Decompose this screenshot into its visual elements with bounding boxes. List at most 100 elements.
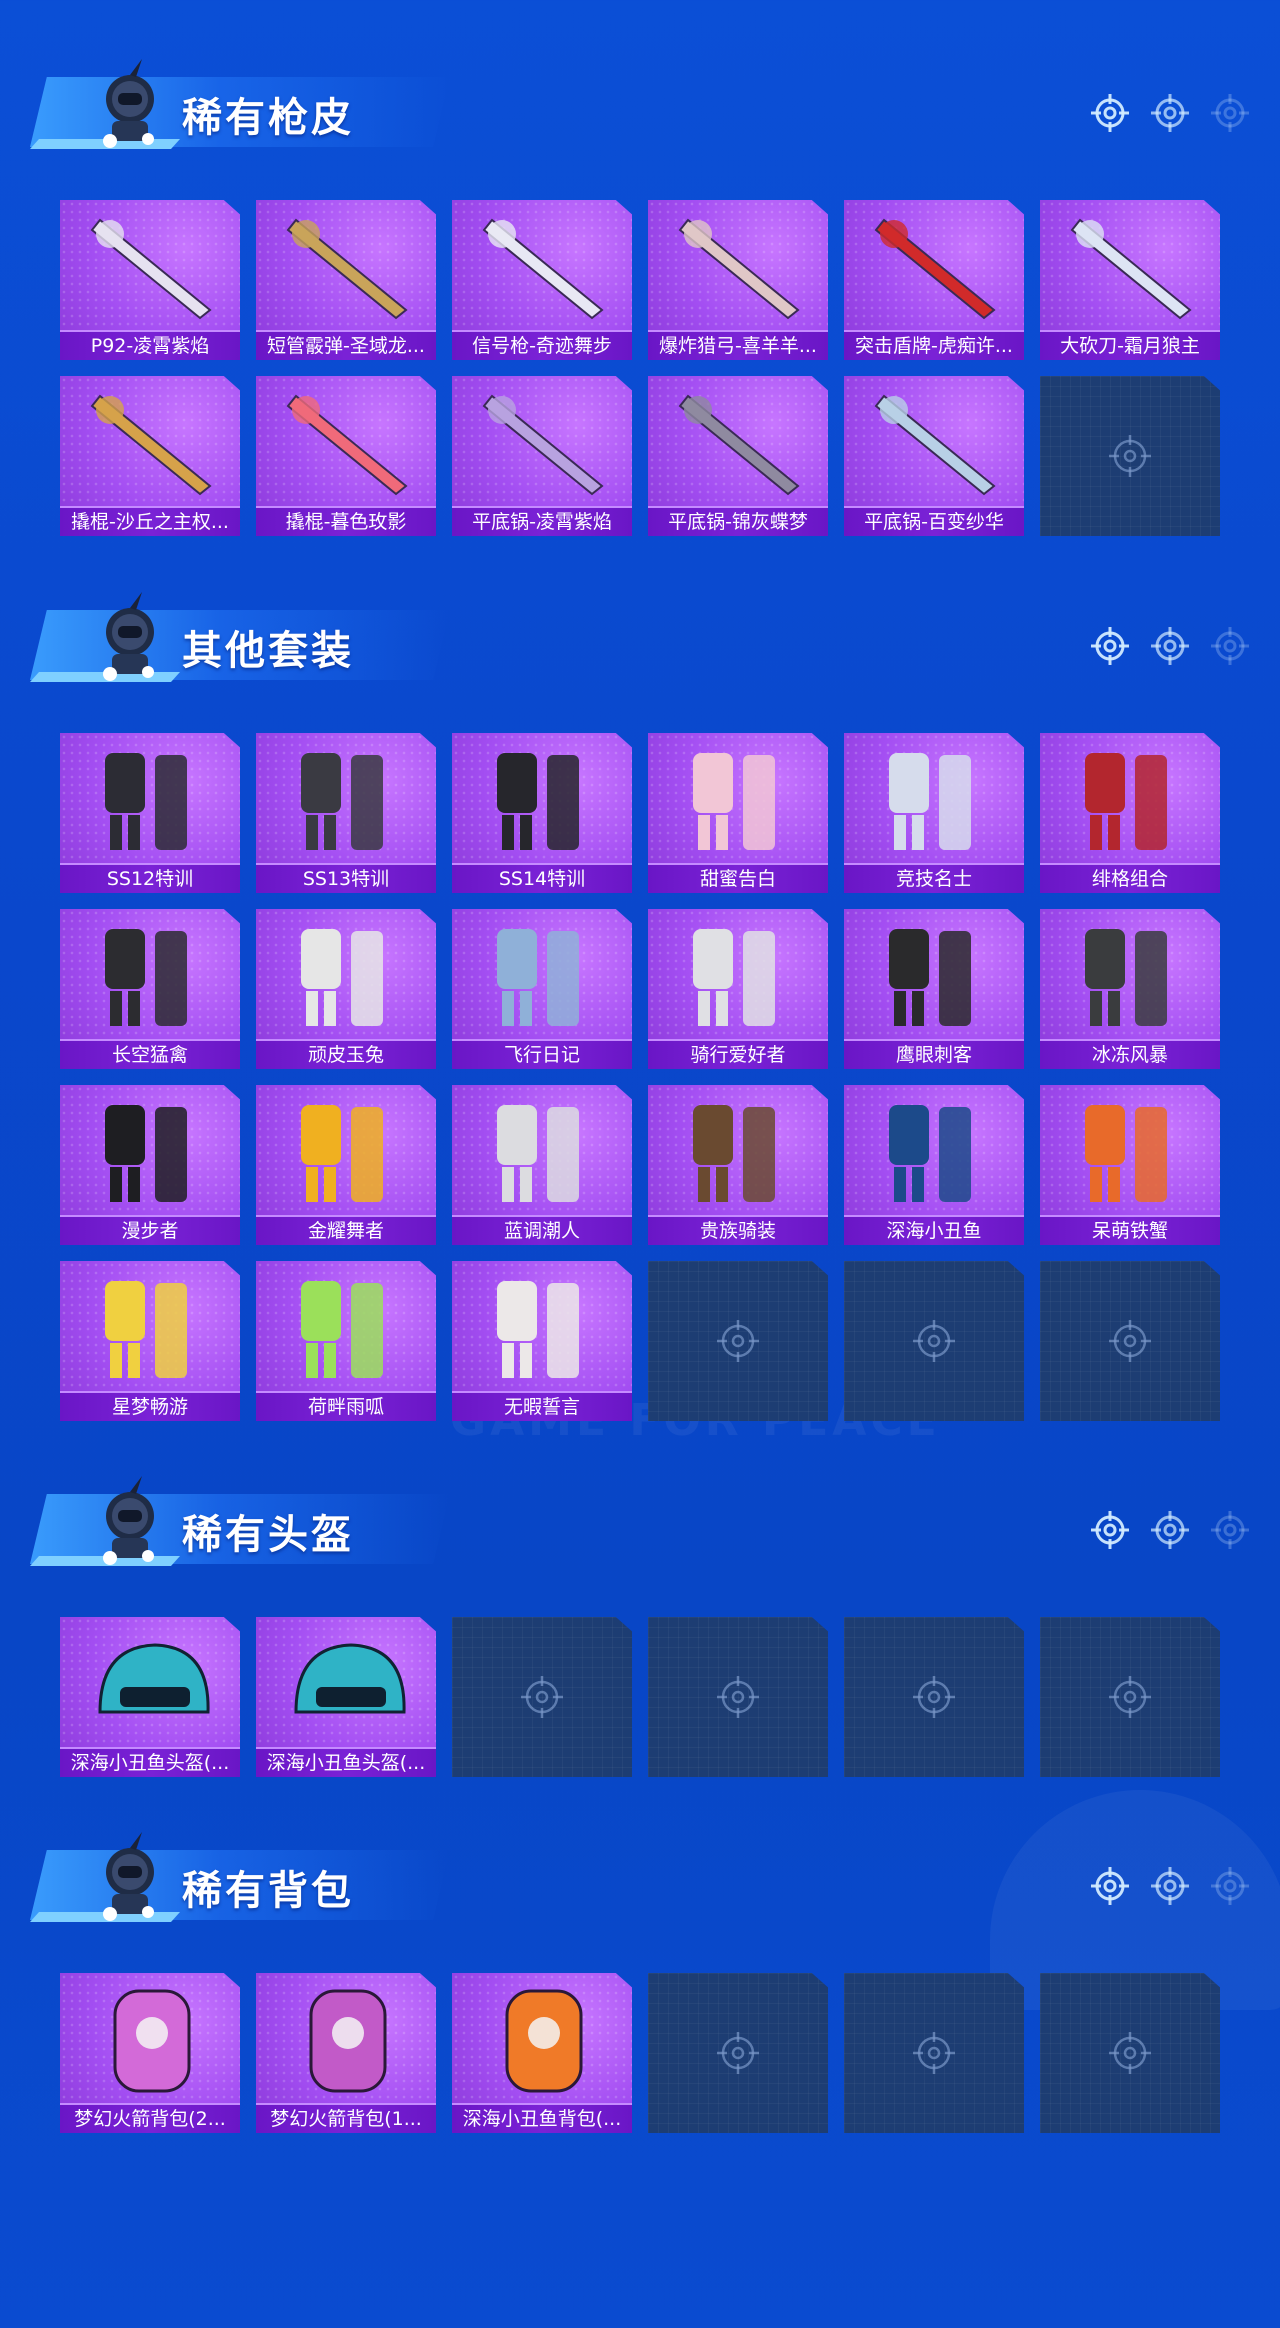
item-card[interactable]: 蓝调潮人 xyxy=(452,1085,632,1245)
item-card[interactable]: 撬棍-暮色玫影 xyxy=(256,376,436,536)
item-image xyxy=(60,1085,240,1217)
item-image xyxy=(844,200,1024,332)
item-image xyxy=(844,909,1024,1041)
item-image xyxy=(1040,733,1220,865)
item-card[interactable]: 贵族骑装 xyxy=(648,1085,828,1245)
item-card[interactable]: 深海小丑鱼 xyxy=(844,1085,1024,1245)
item-card[interactable]: SS12特训 xyxy=(60,733,240,893)
item-image xyxy=(256,376,436,508)
item-name: 竞技名士 xyxy=(844,863,1024,893)
item-card[interactable]: 梦幻火箭背包(1... xyxy=(256,1973,436,2133)
item-card[interactable]: 无暇誓言 xyxy=(452,1261,632,1421)
item-name: 信号枪-奇迹舞步 xyxy=(452,330,632,360)
item-image xyxy=(256,1973,436,2105)
section-title: 稀有枪皮 xyxy=(182,95,354,141)
item-image xyxy=(60,1973,240,2105)
crosshair-icon xyxy=(1150,626,1190,666)
item-name: 大砍刀-霜月狼主 xyxy=(1040,330,1220,360)
item-card[interactable]: 长空猛禽 xyxy=(60,909,240,1069)
item-image xyxy=(256,200,436,332)
item-card[interactable]: 呆萌铁蟹 xyxy=(1040,1085,1220,1245)
item-image xyxy=(648,376,828,508)
item-card[interactable]: 绯格组合 xyxy=(1040,733,1220,893)
item-card[interactable]: P92-凌霄紫焰 xyxy=(60,200,240,360)
item-name: 深海小丑鱼 xyxy=(844,1215,1024,1245)
item-name: 呆萌铁蟹 xyxy=(1040,1215,1220,1245)
item-image xyxy=(452,733,632,865)
item-image xyxy=(648,909,828,1041)
item-card[interactable]: SS13特训 xyxy=(256,733,436,893)
crosshair-icon xyxy=(1150,93,1190,133)
item-image xyxy=(648,1085,828,1217)
item-grid: SS12特训 SS13特训 SS14特训 甜蜜告白 竞技名士 绯格组合 长空猛禽… xyxy=(60,733,1220,1421)
item-image xyxy=(844,733,1024,865)
item-name: 蓝调潮人 xyxy=(452,1215,632,1245)
section-title: 其他套装 xyxy=(182,628,354,674)
item-image xyxy=(452,1085,632,1217)
mascot-icon xyxy=(90,1472,164,1572)
item-image xyxy=(256,733,436,865)
item-image xyxy=(1040,200,1220,332)
item-card[interactable]: 飞行日记 xyxy=(452,909,632,1069)
item-grid: 深海小丑鱼头盔(... 深海小丑鱼头盔(... xyxy=(60,1617,1220,1777)
item-name: 鹰眼刺客 xyxy=(844,1039,1024,1069)
item-image xyxy=(452,376,632,508)
item-card[interactable]: 金耀舞者 xyxy=(256,1085,436,1245)
item-name: 梦幻火箭背包(1... xyxy=(256,2103,436,2133)
item-card[interactable]: 漫步者 xyxy=(60,1085,240,1245)
item-card[interactable]: 星梦畅游 xyxy=(60,1261,240,1421)
item-card[interactable]: 深海小丑鱼背包(... xyxy=(452,1973,632,2133)
item-card[interactable]: 平底锅-百变纱华 xyxy=(844,376,1024,536)
item-name: SS12特训 xyxy=(60,863,240,893)
item-card[interactable]: 鹰眼刺客 xyxy=(844,909,1024,1069)
item-card[interactable]: 平底锅-凌霄紫焰 xyxy=(452,376,632,536)
item-image xyxy=(452,1973,632,2105)
item-card[interactable]: 爆炸猎弓-喜羊羊... xyxy=(648,200,828,360)
item-image xyxy=(648,200,828,332)
item-name: 无暇誓言 xyxy=(452,1391,632,1421)
item-card[interactable]: 深海小丑鱼头盔(... xyxy=(256,1617,436,1777)
item-name: 骑行爱好者 xyxy=(648,1039,828,1069)
item-card[interactable]: 骑行爱好者 xyxy=(648,909,828,1069)
item-card[interactable]: 梦幻火箭背包(2... xyxy=(60,1973,240,2133)
item-card[interactable]: 冰冻风暴 xyxy=(1040,909,1220,1069)
item-image xyxy=(648,733,828,865)
item-image xyxy=(60,1617,240,1749)
item-image xyxy=(256,1085,436,1217)
item-name: 贵族骑装 xyxy=(648,1215,828,1245)
item-card[interactable]: 短管霰弹-圣域龙... xyxy=(256,200,436,360)
item-card[interactable]: 竞技名士 xyxy=(844,733,1024,893)
item-card[interactable]: 突击盾牌-虎痴许... xyxy=(844,200,1024,360)
empty-slot xyxy=(844,1973,1024,2133)
item-image xyxy=(60,376,240,508)
item-name: 撬棍-沙丘之主权... xyxy=(60,506,240,536)
crosshair-icon xyxy=(1150,1510,1190,1550)
empty-slot xyxy=(844,1617,1024,1777)
item-image xyxy=(452,909,632,1041)
item-card[interactable]: 深海小丑鱼头盔(... xyxy=(60,1617,240,1777)
item-name: 爆炸猎弓-喜羊羊... xyxy=(648,330,828,360)
item-name: 深海小丑鱼背包(... xyxy=(452,2103,632,2133)
item-card[interactable]: 信号枪-奇迹舞步 xyxy=(452,200,632,360)
item-card[interactable]: 顽皮玉兔 xyxy=(256,909,436,1069)
item-card[interactable]: SS14特训 xyxy=(452,733,632,893)
item-image xyxy=(1040,1085,1220,1217)
crosshair-icon xyxy=(1210,93,1250,133)
reticle-decoration xyxy=(1090,626,1250,666)
item-image xyxy=(452,1261,632,1393)
item-image xyxy=(256,909,436,1041)
item-image xyxy=(256,1261,436,1393)
item-name: P92-凌霄紫焰 xyxy=(60,330,240,360)
empty-slot xyxy=(648,1261,828,1421)
item-card[interactable]: 荷畔雨呱 xyxy=(256,1261,436,1421)
empty-slot xyxy=(1040,376,1220,536)
item-image xyxy=(452,200,632,332)
item-card[interactable]: 平底锅-锦灰蝶梦 xyxy=(648,376,828,536)
item-card[interactable]: 甜蜜告白 xyxy=(648,733,828,893)
item-name: 突击盾牌-虎痴许... xyxy=(844,330,1024,360)
item-card[interactable]: 大砍刀-霜月狼主 xyxy=(1040,200,1220,360)
crosshair-icon xyxy=(1090,1866,1130,1906)
mascot-icon xyxy=(90,588,164,688)
item-card[interactable]: 撬棍-沙丘之主权... xyxy=(60,376,240,536)
item-image xyxy=(60,733,240,865)
